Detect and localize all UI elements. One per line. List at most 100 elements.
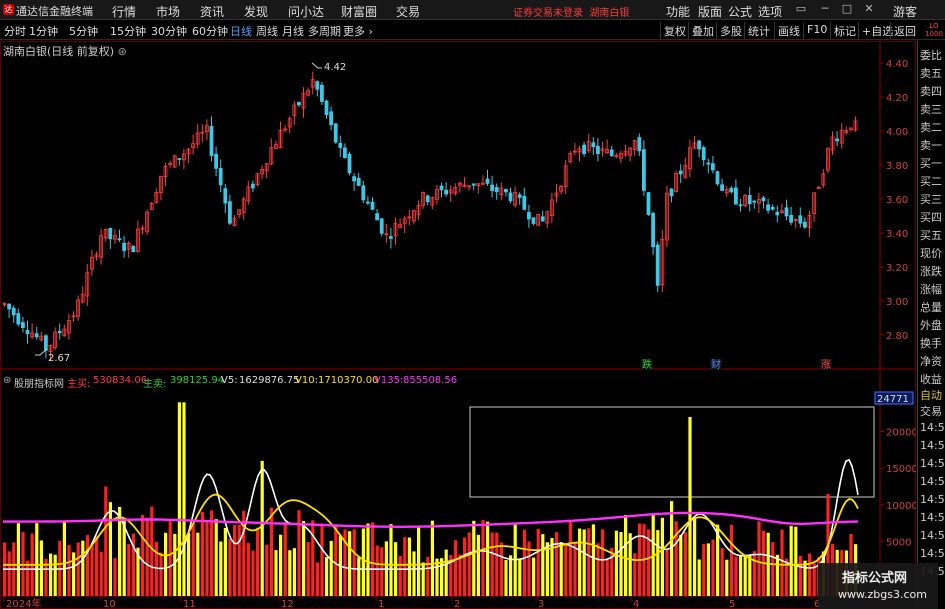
panel-item-bid2[interactable]: 买二 — [920, 173, 942, 189]
candle-body — [651, 212, 655, 248]
panel-item-price[interactable]: 现价 — [920, 245, 942, 261]
close-icon[interactable]: ✕ — [862, 2, 876, 16]
volume-bar — [16, 523, 20, 596]
menu-item-ask[interactable]: 问小达 — [288, 3, 324, 20]
indicator-name[interactable]: 股朋指标网 — [14, 375, 64, 390]
guest-label[interactable]: 游客 — [893, 3, 917, 20]
volume-bar — [559, 542, 563, 596]
watermark-title: 指标公式网 — [842, 571, 908, 586]
min-label-pointer — [35, 348, 48, 356]
panel-item-bid4[interactable]: 买四 — [920, 209, 942, 225]
period-tab-intraday[interactable]: 分时 — [4, 23, 26, 39]
period-tab-weekly[interactable]: 周线 — [256, 23, 278, 39]
period-tab-15min[interactable]: 15分钟 — [110, 23, 146, 39]
period-tab-60min[interactable]: 60分钟 — [192, 23, 228, 39]
volume-bar — [334, 524, 338, 596]
notice-text: 证券交易未登录 — [513, 8, 583, 19]
candle-body — [734, 187, 738, 205]
price-tick-label: 3.00 — [886, 297, 908, 308]
minimize-icon[interactable]: ─ — [818, 2, 832, 16]
menu-item-formula[interactable]: 公式 — [728, 3, 752, 20]
v10-line — [3, 493, 859, 566]
menu-item-trade[interactable]: 交易 — [396, 3, 420, 20]
tool-adjust[interactable]: 复权 — [660, 22, 689, 39]
panel-item-bid5[interactable]: 买五 — [920, 227, 942, 243]
menu-item-options[interactable]: 选项 — [758, 3, 782, 20]
indicator-settings-icon[interactable]: ⊛ — [3, 375, 11, 386]
candle-chart-title: 湖南白银(日线 前复权) ⊛ — [3, 43, 127, 59]
time-tick-label: 2 — [454, 599, 460, 609]
menu-item-quotes[interactable]: 行情 — [112, 3, 136, 20]
period-tab-daily[interactable]: 日线 — [230, 23, 252, 39]
maximize-icon[interactable]: □ — [840, 2, 854, 16]
volume-bar — [191, 523, 195, 596]
period-tab-5min[interactable]: 5分钟 — [69, 23, 98, 39]
panel-item-bid1[interactable]: 买一 — [920, 155, 942, 171]
volume-bar — [739, 555, 743, 596]
candle-body — [591, 142, 596, 148]
panel-auto-button[interactable]: 自动 — [920, 387, 942, 403]
panel-item-ask3[interactable]: 卖三 — [920, 101, 942, 117]
volume-bar — [743, 554, 747, 596]
volume-bar — [159, 552, 163, 596]
menu-item-market[interactable]: 市场 — [156, 3, 180, 20]
candle-body — [697, 140, 701, 150]
volume-bar — [283, 521, 287, 596]
chart-canvas[interactable]: 4.40 4.20 4.00 3.80 3.60 3.40 3.20 3.00 2.80 4.42… — [0, 41, 916, 609]
panel-item-turnover[interactable]: 换手 — [920, 335, 942, 351]
candle-body — [646, 192, 651, 215]
tool-multi-stock[interactable]: 多股 — [716, 22, 745, 39]
period-tab-multi[interactable]: 多周期 — [308, 23, 341, 39]
login-notice[interactable]: 证券交易未登录 湖南白银 — [513, 4, 629, 19]
settings-dropdown-icon[interactable]: ⊛ — [118, 45, 127, 58]
panel-item-change[interactable]: 涨跌 — [920, 263, 942, 279]
period-tab-1min[interactable]: 1分钟 — [29, 23, 58, 39]
tool-overlay[interactable]: 叠加 — [688, 22, 717, 39]
volume-bar — [794, 526, 798, 596]
v135-label: V135: — [374, 375, 404, 386]
tool-draw[interactable]: 画线 — [774, 22, 803, 39]
menu-item-function[interactable]: 功能 — [666, 3, 690, 20]
panel-trade-label[interactable]: 交易 — [920, 403, 942, 419]
volume-bar — [113, 558, 117, 596]
main-sell-value: 398125.94 — [170, 375, 225, 386]
volume-bar — [251, 550, 255, 596]
period-tab-monthly[interactable]: 月线 — [282, 23, 304, 39]
tool-f10[interactable]: F10 — [803, 22, 830, 39]
panel-item-ask4[interactable]: 卖四 — [920, 83, 942, 99]
volume-bar — [541, 534, 545, 596]
panel-item-nav[interactable]: 净资 — [920, 353, 942, 369]
panel-item-eps[interactable]: 收益 — [920, 371, 942, 387]
period-tab-more[interactable]: 更多 › — [343, 23, 373, 39]
panel-item-ask2[interactable]: 卖二 — [920, 119, 942, 135]
volume-bar — [467, 532, 471, 596]
candle-body — [361, 185, 366, 201]
tool-stats[interactable]: 统计 — [744, 22, 773, 39]
panel-item-volume[interactable]: 总量 — [920, 299, 942, 315]
candle-body — [108, 228, 113, 240]
tool-mark[interactable]: 标记 — [830, 22, 859, 39]
panel-item-bid3[interactable]: 买三 — [920, 191, 942, 207]
period-tab-30min[interactable]: 30分钟 — [151, 23, 187, 39]
volume-bar — [518, 558, 522, 596]
candle-body — [342, 147, 347, 158]
menu-item-news[interactable]: 资讯 — [200, 3, 224, 20]
volume-bar — [141, 514, 145, 596]
volume-bar — [481, 520, 485, 596]
price-tick-label: 4.20 — [886, 93, 908, 104]
chart-area[interactable]: 4.40 4.20 4.00 3.80 3.60 3.40 3.20 3.00 2.80 4.42… — [0, 41, 916, 609]
panel-item-change-pct[interactable]: 涨幅 — [920, 281, 942, 297]
skin-icon[interactable]: ▭ — [794, 2, 808, 16]
tool-back[interactable]: 返回 — [890, 22, 919, 39]
panel-item-order-ratio[interactable]: 委比 — [920, 47, 942, 63]
candle-body — [752, 200, 757, 203]
panel-item-ask5[interactable]: 卖五 — [920, 65, 942, 81]
volume-bar — [104, 486, 108, 596]
menu-item-wealth[interactable]: 财富圈 — [341, 3, 377, 20]
candle-body — [540, 216, 545, 222]
panel-item-outer[interactable]: 外盘 — [920, 317, 942, 333]
candle-body — [711, 163, 715, 171]
menu-item-discover[interactable]: 发现 — [244, 3, 268, 20]
menu-item-layout[interactable]: 版面 — [698, 3, 722, 20]
panel-item-ask1[interactable]: 卖一 — [920, 137, 942, 153]
